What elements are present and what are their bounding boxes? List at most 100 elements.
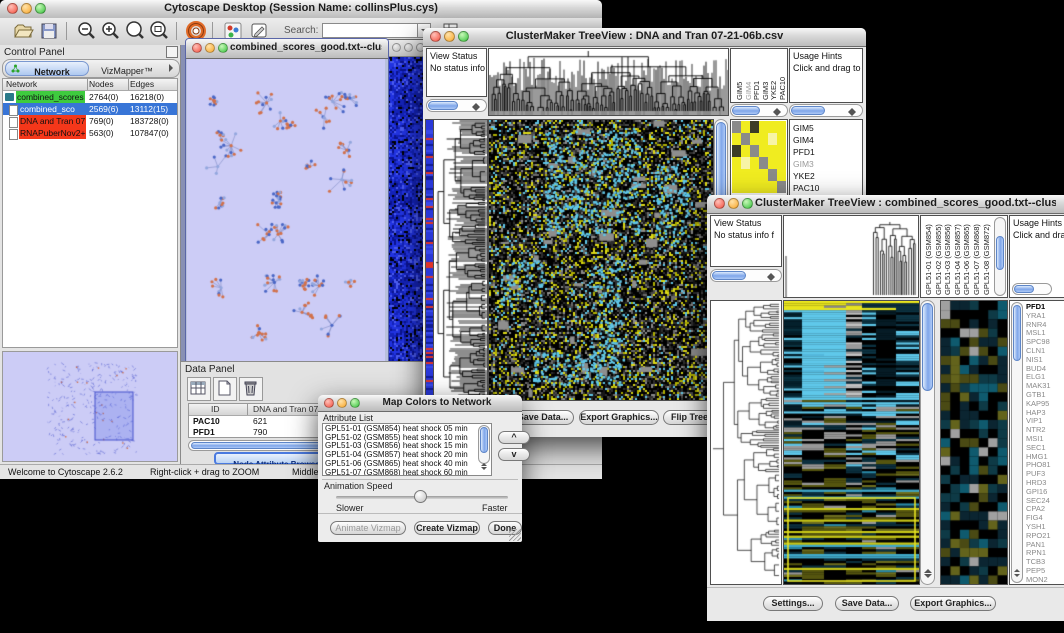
treeview1-titlebar[interactable]: ClusterMaker TreeView : DNA and Tran 07-… xyxy=(423,28,866,47)
network-frame-titlebar[interactable]: combined_scores_good.txt--cluste... xyxy=(186,39,388,59)
attribute-list[interactable]: GPL51-01 (GSM854) heat shock 05 minGPL51… xyxy=(322,423,492,476)
gene-label: GIM3 xyxy=(793,158,862,170)
scroll-down-icon[interactable] xyxy=(481,467,487,473)
heatmap-pane[interactable] xyxy=(488,119,714,401)
open-file-icon[interactable] xyxy=(12,20,34,42)
minimap-cell xyxy=(759,181,768,193)
tab-vizmapper[interactable]: VizMapper™ xyxy=(91,61,163,74)
speed-slider-thumb[interactable] xyxy=(414,490,427,503)
network-nodes-count: 2569(6) xyxy=(89,103,118,115)
column-label: PFD1 xyxy=(752,50,761,100)
heatmap-vscrollbar[interactable] xyxy=(920,300,935,585)
resize-grip[interactable] xyxy=(509,529,521,541)
attribute-table-icon[interactable] xyxy=(187,377,211,401)
attribute-list-item[interactable]: GPL51-01 (GSM854) heat shock 05 min xyxy=(323,425,491,434)
row-dendrogram-pane[interactable] xyxy=(710,300,782,585)
col-nodes[interactable]: Nodes xyxy=(89,79,114,89)
zoom-button[interactable] xyxy=(458,31,469,42)
attribute-list-item[interactable]: GPL51-03 (GSM856) heat shock 15 min xyxy=(323,442,491,451)
network-edges-count: 183728(0) xyxy=(130,115,169,127)
treeview2-titlebar[interactable]: ClusterMaker TreeView : combined_scores_… xyxy=(707,195,1064,214)
tab-network[interactable]: Network xyxy=(5,61,89,76)
minimap-cell xyxy=(741,169,750,181)
close-icon[interactable] xyxy=(392,43,401,52)
view-status-hscrollbar[interactable] xyxy=(710,269,782,282)
column-dendrogram-pane[interactable] xyxy=(488,48,729,116)
close-icon[interactable] xyxy=(192,43,202,53)
tab-vizmapper-label: VizMapper™ xyxy=(101,66,153,76)
usage-hints-hscrollbar[interactable] xyxy=(789,104,863,117)
minimap-cell xyxy=(768,169,777,181)
treeview-button-export-graphics-[interactable]: Export Graphics... xyxy=(910,596,996,611)
minimize-icon[interactable] xyxy=(205,43,215,53)
minimize-button[interactable] xyxy=(728,198,739,209)
zoom-icon[interactable] xyxy=(218,43,228,53)
network-table: Network Nodes Edges combined_scores2764(… xyxy=(2,78,178,348)
minimize-icon[interactable] xyxy=(404,43,413,52)
network-table-row[interactable]: DNA and Tran 07769(0)183728(0) xyxy=(3,115,177,127)
network-view-canvas[interactable] xyxy=(187,59,385,365)
scroll-up-icon[interactable] xyxy=(481,460,487,466)
minimize-button[interactable] xyxy=(337,398,347,408)
new-attribute-icon[interactable] xyxy=(213,377,237,401)
dialog-button-animate-vizmap[interactable]: Animate Vizmap xyxy=(330,521,406,535)
minimap-cell xyxy=(732,145,741,157)
heatmap-pane[interactable] xyxy=(783,300,920,585)
birdseye-view[interactable] xyxy=(2,351,178,462)
attribute-list-item[interactable]: GPL51-06 (GSM865) heat shock 40 min xyxy=(323,460,491,469)
zoom-button[interactable] xyxy=(35,3,46,14)
close-button[interactable] xyxy=(7,3,18,14)
move-down-button[interactable]: v xyxy=(498,448,530,461)
col-edges[interactable]: Edges xyxy=(130,79,154,89)
col-id[interactable]: ID xyxy=(211,404,220,414)
column-dendrogram-pane[interactable] xyxy=(783,215,919,298)
network-table-row[interactable]: RNAPuberNov2+563(0)107847(0) xyxy=(3,127,177,139)
treeview-button-settings-[interactable]: Settings... xyxy=(763,596,823,611)
zoom-selected-icon[interactable] xyxy=(124,20,146,42)
dialog-titlebar[interactable]: Map Colors to Network xyxy=(318,395,522,412)
row-dendrogram-pane[interactable] xyxy=(433,119,488,401)
usage-hints-hscrollbar[interactable] xyxy=(1012,283,1052,295)
attribute-list-item[interactable]: GPL51-04 (GSM857) heat shock 20 min xyxy=(323,451,491,460)
window-title: Cytoscape Desktop (Session Name: collins… xyxy=(60,2,542,14)
close-button[interactable] xyxy=(324,398,334,408)
attribute-list-item[interactable]: GPL51-02 (GSM855) heat shock 10 min xyxy=(323,434,491,443)
col-network[interactable]: Network xyxy=(6,79,37,89)
network-table-row[interactable]: combined_sco2569(6)13112(15) xyxy=(3,103,177,115)
attribute-list-vscrollbar[interactable] xyxy=(478,425,490,464)
usage-hints-box: Usage Hints Click and drag to xyxy=(789,48,863,103)
zoom-heatmap-pane[interactable] xyxy=(940,300,1008,585)
zoom-in-icon[interactable] xyxy=(100,20,122,42)
zoom-out-icon[interactable] xyxy=(76,20,98,42)
view-status-hscrollbar[interactable] xyxy=(426,99,487,112)
attribute-list-item[interactable]: GPL51-07 (GSM868) heat shock 60 min xyxy=(323,469,491,476)
minimap-cell xyxy=(768,133,777,145)
usage-hints-box: Usage Hints Click and drag to xyxy=(1009,215,1064,298)
column-labels-hscrollbar[interactable] xyxy=(730,104,788,117)
treeview-button-save-data-[interactable]: Save Data... xyxy=(835,596,899,611)
search-input[interactable] xyxy=(322,23,420,38)
attribute-list-label: Attribute List xyxy=(323,413,373,423)
gene-label: MON2 xyxy=(1026,576,1051,585)
save-icon[interactable] xyxy=(38,20,60,42)
minimize-button[interactable] xyxy=(21,3,32,14)
float-panel-icon[interactable] xyxy=(166,46,178,58)
gene-list-vscrollbar[interactable] xyxy=(1011,302,1023,583)
treeview-button-export-graphics-[interactable]: Export Graphics... xyxy=(579,410,659,425)
dialog-button-create-vizmap[interactable]: Create Vizmap xyxy=(414,521,480,535)
zoom-button[interactable] xyxy=(350,398,360,408)
usage-hints-text: Click and drag to xyxy=(790,61,862,73)
minimize-button[interactable] xyxy=(444,31,455,42)
close-button[interactable] xyxy=(714,198,725,209)
zoom-fit-icon[interactable] xyxy=(148,20,170,42)
move-up-button[interactable]: ^ xyxy=(498,431,530,444)
main-titlebar[interactable]: Cytoscape Desktop (Session Name: collins… xyxy=(0,0,602,19)
close-button[interactable] xyxy=(430,31,441,42)
network-table-row[interactable]: combined_scores2764(0)16218(0) xyxy=(3,91,177,103)
minimap-cell xyxy=(741,133,750,145)
delete-attribute-icon[interactable] xyxy=(239,377,263,401)
minimap-cell xyxy=(768,145,777,157)
zoom-button[interactable] xyxy=(742,198,753,209)
column-labels-vscrollbar[interactable] xyxy=(994,217,1006,296)
tab-overflow-icon[interactable] xyxy=(169,64,177,72)
